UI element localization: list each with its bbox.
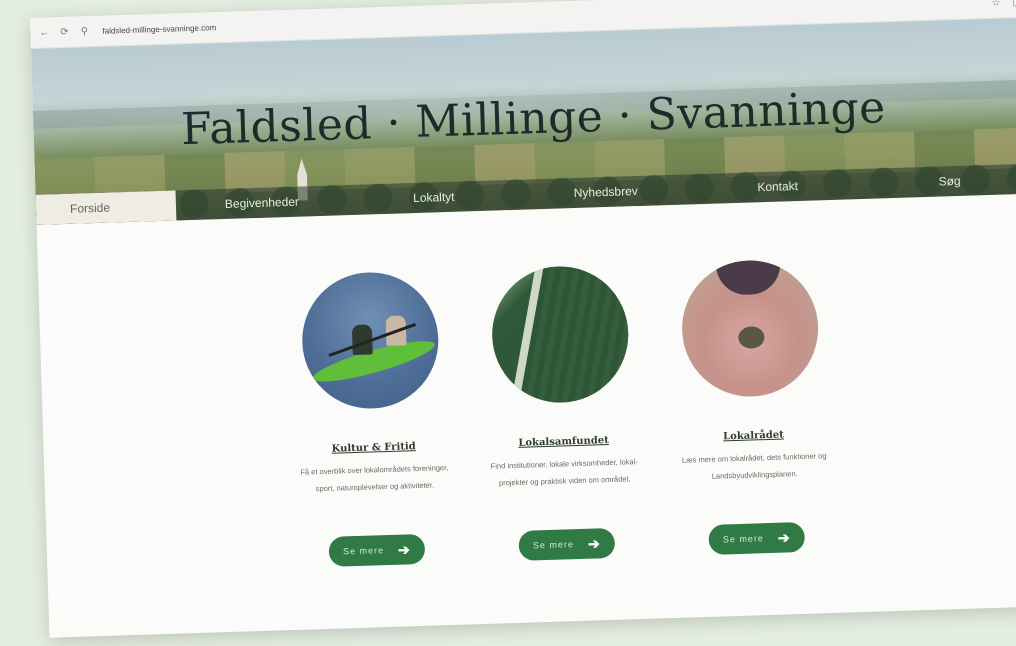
card-title[interactable]: Lokalsamfundet (478, 434, 648, 450)
card-description: Find institutioner, lokale virksomheder,… (490, 457, 638, 488)
card-lokalraadet: Lokalrådet Læs mere om lokalrådet, dets … (663, 258, 842, 556)
back-icon[interactable]: ← (38, 26, 50, 38)
arrow-right-icon: ➔ (777, 528, 791, 546)
card-description: Læs mere om lokalrådet, dets funktioner … (681, 451, 827, 481)
hands-stone-image (680, 258, 821, 399)
green-roof-image (490, 264, 631, 405)
browser-window: ← ⟳ ⚲ faldsled-millinge-svanninge.com ☆ … (30, 0, 1016, 638)
card-lokalsamfundet: Lokalsamfundet Find institutioner, lokal… (473, 264, 652, 562)
see-more-button[interactable]: Se mere ➔ (518, 527, 616, 561)
button-label: Se mere (722, 533, 764, 545)
card-title[interactable]: Lokalrådet (668, 428, 838, 444)
menu-item-forside[interactable]: Forside (35, 190, 177, 225)
card-title[interactable]: Kultur & Fritid (289, 440, 459, 456)
card-kultur: Kultur & Fritid Få et overblik over loka… (283, 270, 462, 568)
card-description: Få et overblik over lokalområdets foreni… (300, 463, 449, 494)
site-info-icon[interactable]: ⚲ (78, 25, 90, 37)
button-label: Se mere (532, 539, 575, 551)
main-content: Kultur & Fritid Få et overblik over loka… (37, 193, 1016, 637)
bookmark-icon[interactable]: ☆ (991, 0, 1000, 8)
arrow-right-icon: ➔ (397, 540, 411, 558)
extensions-icon[interactable]: ◫ (1012, 0, 1016, 8)
address-bar[interactable]: faldsled-millinge-svanninge.com (102, 23, 216, 36)
reload-icon[interactable]: ⟳ (58, 26, 70, 38)
hero-banner: Faldsled · Millinge · Svanninge Forside … (30, 17, 1016, 225)
menu-item-sog[interactable]: Søg (863, 164, 1016, 199)
button-label: Se mere (342, 545, 385, 557)
see-more-button[interactable]: Se mere ➔ (708, 521, 806, 555)
see-more-button[interactable]: Se mere ➔ (328, 533, 426, 567)
arrow-right-icon: ➔ (587, 534, 601, 552)
kayak-image (300, 270, 441, 411)
